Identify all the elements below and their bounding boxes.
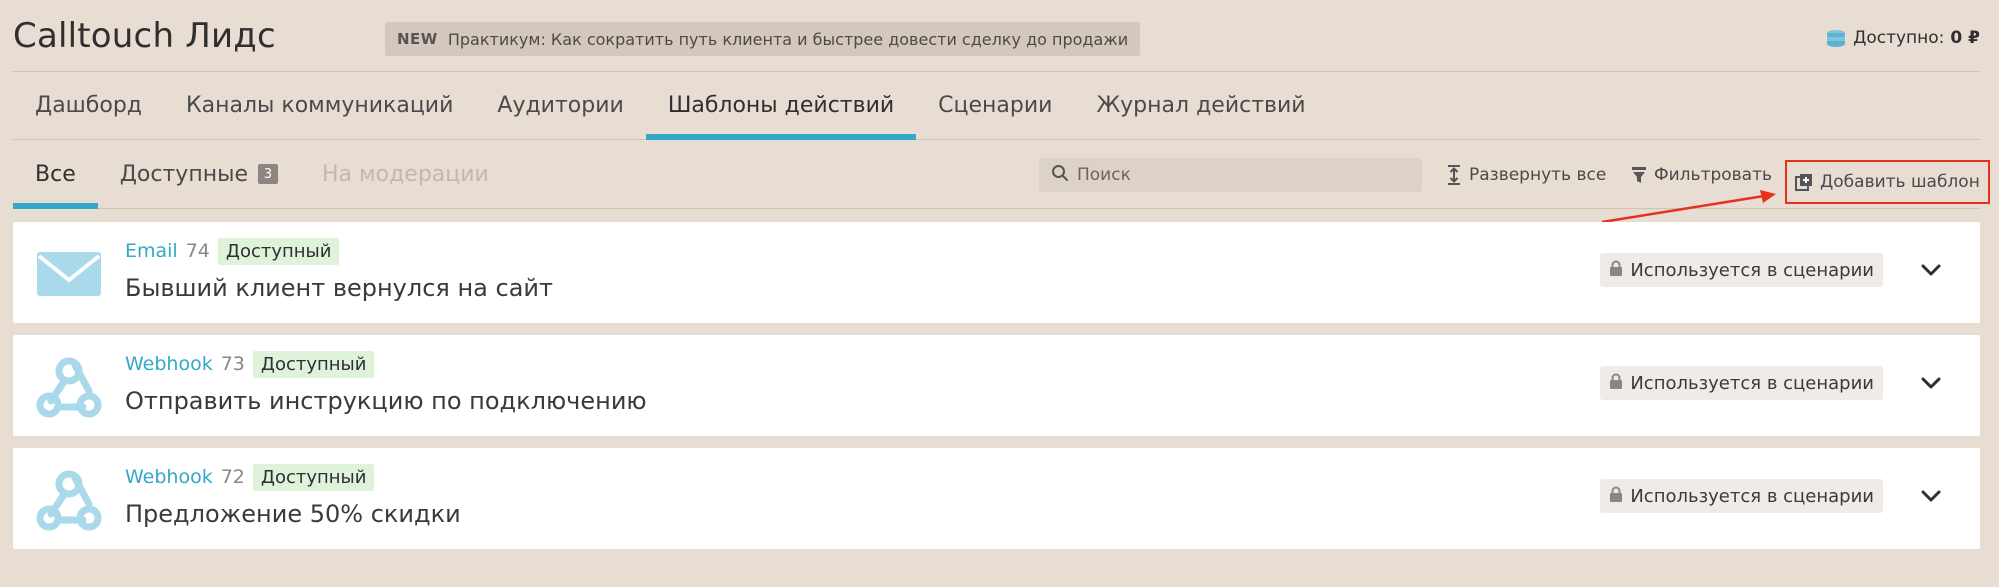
filter-button[interactable]: Фильтровать: [1631, 158, 1772, 192]
annotation-arrow-icon: [1601, 190, 1776, 224]
template-type-link[interactable]: Webhook: [125, 466, 213, 488]
template-card[interactable]: Email 74 Доступный Бывший клиент вернулс…: [13, 222, 1980, 323]
promo-text: Практикум: Как сократить путь клиента и …: [447, 29, 1129, 49]
promo-banner[interactable]: NEW Практикум: Как сократить путь клиент…: [385, 22, 1141, 56]
template-type-link[interactable]: Webhook: [125, 353, 213, 375]
balance[interactable]: Доступно: 0 ₽: [1825, 28, 1980, 48]
usage-label: Используется в сценарии: [1630, 259, 1874, 281]
webhook-icon: [35, 470, 103, 531]
email-icon: [35, 244, 103, 302]
usage-label: Используется в сценарии: [1630, 485, 1874, 507]
template-list: Email 74 Доступный Бывший клиент вернулс…: [13, 222, 1980, 561]
search-box[interactable]: [1039, 158, 1422, 192]
status-badge: Доступный: [217, 237, 340, 265]
lock-icon: [1609, 486, 1623, 507]
template-card[interactable]: Webhook 72 Доступный Предложение 50% ски…: [13, 448, 1980, 549]
tab-audiences[interactable]: Аудитории: [475, 72, 645, 139]
chevron-down-icon[interactable]: [1919, 258, 1943, 282]
subtab-moderation[interactable]: На модерации: [300, 140, 511, 208]
card-meta: Webhook 72 Доступный: [125, 461, 375, 493]
usage-badge: Используется в сценарии: [1600, 479, 1883, 513]
search-input[interactable]: [1077, 165, 1407, 185]
sub-tabs: Все Доступные 3 На модерации: [13, 140, 511, 209]
filter-icon: [1631, 165, 1647, 185]
template-card[interactable]: Webhook 73 Доступный Отправить инструкци…: [13, 335, 1980, 436]
add-template-button[interactable]: Добавить шаблон: [1785, 160, 1990, 204]
webhook-icon: [35, 357, 103, 418]
count-badge: 3: [258, 164, 278, 184]
expand-all-button[interactable]: Развернуть все: [1446, 158, 1606, 192]
tab-templates[interactable]: Шаблоны действий: [645, 72, 917, 140]
search-icon: [1051, 164, 1069, 186]
status-badge: Доступный: [252, 463, 375, 491]
template-type-link[interactable]: Email: [125, 240, 178, 262]
subtab-all-label: Все: [35, 161, 76, 187]
chevron-down-icon[interactable]: [1919, 371, 1943, 395]
new-badge: NEW: [397, 30, 438, 48]
expand-icon: [1446, 164, 1462, 186]
subtab-all[interactable]: Все: [13, 140, 98, 209]
template-title: Предложение 50% скидки: [125, 500, 461, 528]
template-title: Отправить инструкцию по подключению: [125, 387, 647, 415]
main-nav: Дашборд Каналы коммуникаций Аудитории Ша…: [13, 72, 1980, 140]
card-meta: Email 74 Доступный: [125, 235, 340, 267]
usage-badge: Используется в сценарии: [1600, 366, 1883, 400]
app-title: Calltouch Лидс: [13, 16, 276, 56]
balance-value: 0 ₽: [1950, 28, 1980, 48]
subtab-available[interactable]: Доступные 3: [98, 140, 300, 208]
coins-icon: [1825, 29, 1847, 47]
subtab-moderation-label: На модерации: [322, 161, 489, 187]
expand-all-label: Развернуть все: [1469, 165, 1607, 185]
tab-action-log[interactable]: Журнал действий: [1074, 72, 1327, 139]
template-title: Бывший клиент вернулся на сайт: [125, 274, 553, 302]
tab-dashboard[interactable]: Дашборд: [13, 72, 164, 139]
usage-badge: Используется в сценарии: [1600, 253, 1883, 287]
lock-icon: [1609, 260, 1623, 281]
subtab-available-label: Доступные: [119, 161, 248, 187]
add-template-label: Добавить шаблон: [1820, 172, 1980, 192]
filter-label: Фильтровать: [1654, 165, 1773, 185]
usage-label: Используется в сценарии: [1630, 372, 1874, 394]
lock-icon: [1609, 373, 1623, 394]
chevron-down-icon[interactable]: [1919, 484, 1943, 508]
tab-scenarios[interactable]: Сценарии: [916, 72, 1074, 139]
status-badge: Доступный: [252, 350, 375, 378]
template-id: 72: [220, 466, 245, 488]
card-meta: Webhook 73 Доступный: [125, 348, 375, 380]
template-id: 74: [185, 240, 210, 262]
tab-channels[interactable]: Каналы коммуникаций: [164, 72, 475, 139]
header: Calltouch Лидс NEW Практикум: Как сократ…: [13, 0, 1980, 72]
add-template-icon: [1795, 173, 1813, 191]
balance-label: Доступно:: [1853, 28, 1945, 48]
template-id: 73: [220, 353, 245, 375]
